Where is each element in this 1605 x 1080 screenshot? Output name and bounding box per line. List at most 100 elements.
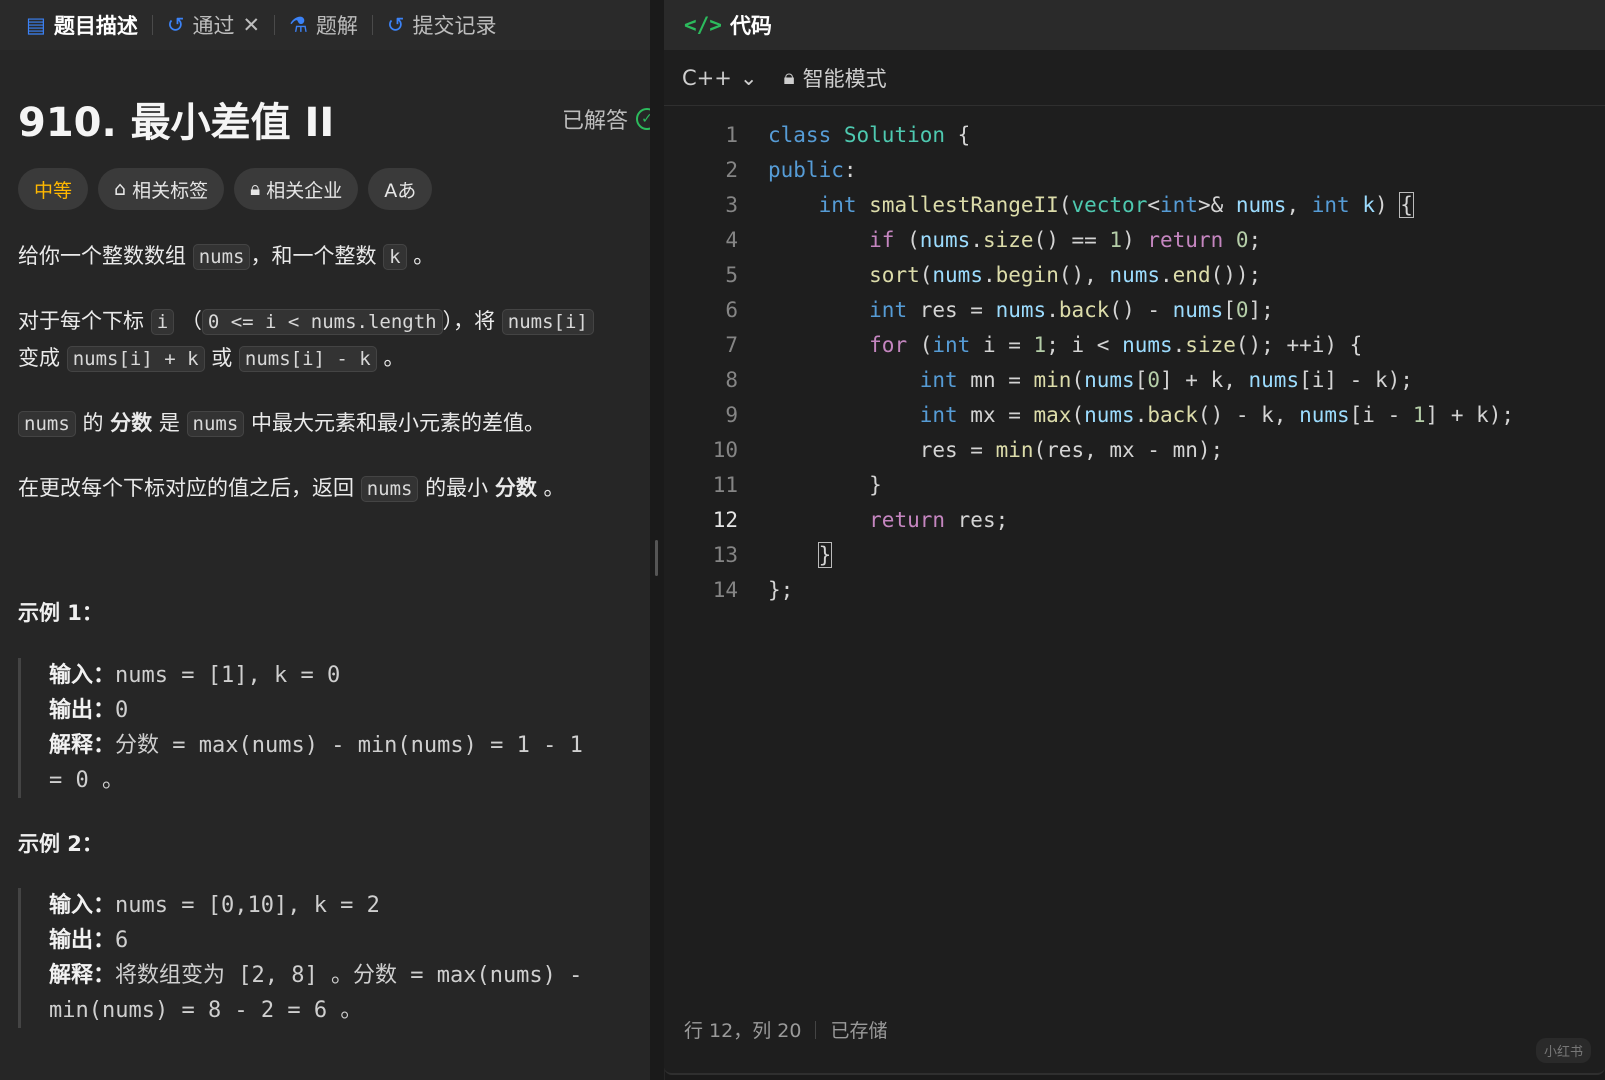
code-text[interactable]: int res = nums.back() - nums[0]; — [742, 293, 1274, 328]
output-value: 6 — [115, 928, 129, 953]
input-value: nums = [0,10], k = 2 — [115, 893, 380, 918]
code-line: 5 sort(nums.begin(), nums.end()); — [664, 258, 1605, 293]
text: 。 — [543, 476, 565, 500]
solved-label: 已解答 — [561, 109, 628, 134]
related-tags-button[interactable]: ⌂ 相关标签 — [98, 168, 225, 210]
code-line: 9 int mx = max(nums.back() - k, nums[i -… — [664, 398, 1605, 433]
font-size-button[interactable]: Aあ — [368, 168, 433, 210]
code-line: 6 int res = nums.back() - nums[0]; — [664, 293, 1605, 328]
line-number: 2 — [725, 158, 738, 182]
code-line: 3 int smallestRangeII(vector<int>& nums,… — [664, 188, 1605, 223]
code-icon: </> — [684, 13, 722, 37]
history-icon: ↺ — [386, 13, 405, 37]
page-title[interactable]: 910. 最小差值 II — [18, 90, 334, 148]
line-number: 7 — [725, 333, 738, 357]
explanation-label: 解释： — [49, 963, 116, 988]
text: ，和一个整数 — [250, 244, 377, 268]
line-number: 13 — [712, 543, 738, 567]
code-text[interactable]: }; — [742, 573, 793, 608]
flask-icon: ⚗ — [289, 13, 308, 37]
line-number: 12 — [712, 508, 738, 532]
input-label: 输入： — [49, 663, 116, 688]
text: 的最小 — [425, 476, 489, 500]
solved-status: 已解答 ✓ — [562, 103, 658, 135]
code-line: 12 return res; — [664, 503, 1605, 538]
code-text[interactable]: } — [742, 538, 833, 573]
line-number: 4 — [725, 228, 738, 252]
description-paragraph: 在更改每个下标对应的值之后，返回 nums 的最小 分数 。 — [18, 470, 648, 507]
code-panel: </> 代码 C++ ⌄ 🔒︎ 智能模式 1 class Solution { 2… — [664, 0, 1605, 1075]
text: 是 — [158, 411, 180, 435]
code-text[interactable]: class Solution { — [742, 118, 970, 153]
save-status: 已存储 — [830, 1020, 888, 1042]
code-text[interactable]: } — [742, 468, 882, 503]
history-icon: ↺ — [166, 13, 185, 37]
line-number: 9 — [725, 403, 738, 427]
input-value: nums = [1], k = 0 — [115, 663, 341, 688]
code-text[interactable]: sort(nums.begin(), nums.end()); — [742, 258, 1261, 293]
example-explanation-cont: min(nums) = 8 - 2 = 6 。 — [49, 998, 363, 1023]
text: 在更改每个下标对应的值之后，返回 — [18, 476, 354, 500]
explanation-value: 将数组变为 [2, 8] 。分数 = max(nums) - — [115, 963, 583, 988]
close-icon[interactable]: ✕ — [242, 13, 260, 37]
text: 或 — [211, 346, 233, 370]
text: 变成 — [18, 346, 60, 370]
code-text[interactable]: int mn = min(nums[0] + k, nums[i] - k); — [742, 363, 1413, 398]
input-label: 输入： — [49, 893, 116, 918]
example-title: 示例 1： — [18, 601, 103, 625]
smart-mode-toggle[interactable]: 🔒︎ 智能模式 — [783, 63, 886, 93]
text: 给你一个整数数组 — [18, 244, 186, 268]
document-icon: ▤ — [26, 13, 46, 37]
output-label: 输出： — [49, 928, 116, 953]
code-text[interactable]: if (nums.size() == 1) return 0; — [742, 223, 1261, 258]
translate-icon: Aあ — [384, 179, 417, 202]
inline-code: nums[i] - k — [238, 346, 377, 372]
code-line: 8 int mn = min(nums[0] + k, nums[i] - k)… — [664, 363, 1605, 398]
description-paragraph: nums 的 分数 是 nums 中最大元素和最小元素的差值。 — [18, 405, 648, 442]
line-number: 8 — [725, 368, 738, 392]
bold-text: 分数 — [110, 411, 153, 435]
related-companies-button[interactable]: 🔒︎ 相关企业 — [234, 168, 359, 210]
line-number: 11 — [712, 473, 738, 497]
lock-icon: 🔒︎ — [250, 178, 261, 200]
example-output: 输出：0 — [49, 693, 648, 728]
example-input: 输入：nums = [1], k = 0 — [49, 658, 648, 693]
panel-resizer[interactable] — [650, 0, 664, 1080]
code-text[interactable]: res = min(res, mx - mn); — [742, 433, 1223, 468]
tag-icon: ⌂ — [114, 178, 127, 200]
editor-status-bar: 行 12，列 20 已存储 — [684, 1016, 887, 1043]
tab-description[interactable]: ▤ 题目描述 — [12, 0, 152, 50]
example-input: 输入：nums = [0,10], k = 2 — [49, 888, 648, 923]
language-label: C++ — [682, 65, 732, 90]
line-number: 14 — [712, 578, 738, 602]
code-text[interactable]: int mx = max(nums.back() - k, nums[i - 1… — [742, 398, 1514, 433]
difficulty-badge: 中等 — [18, 168, 89, 210]
tab-solutions[interactable]: ⚗ 题解 — [275, 0, 372, 50]
status-separator — [815, 1020, 817, 1039]
tag-row: 中等 ⌂ 相关标签 🔒︎ 相关企业 Aあ — [18, 168, 433, 210]
lock-icon: 🔒︎ — [783, 65, 795, 89]
line-number: 6 — [725, 298, 738, 322]
code-text[interactable]: public: — [742, 153, 857, 188]
code-editor[interactable]: 1 class Solution { 2 public: 3 int smalles… — [664, 118, 1605, 608]
inline-code: nums — [192, 244, 251, 270]
language-select[interactable]: C++ ⌄ — [682, 66, 757, 90]
text: 。 — [383, 346, 405, 370]
resize-handle[interactable] — [655, 540, 658, 576]
text: 。 — [413, 244, 435, 268]
inline-code: i — [150, 309, 175, 335]
code-header-label: 代码 — [729, 14, 772, 38]
chevron-down-icon: ⌄ — [739, 65, 758, 90]
code-text[interactable]: return res; — [742, 503, 1008, 538]
inline-code: 0 <= i < nums.length — [201, 309, 443, 335]
tab-accepted[interactable]: ↺ 通过 ✕ — [153, 0, 274, 50]
code-text[interactable]: int smallestRangeII(vector<int>& nums, i… — [742, 188, 1414, 223]
tab-submissions[interactable]: ↺ 提交记录 — [373, 0, 511, 50]
code-line: 7 for (int i = 1; i < nums.size(); ++i) … — [664, 328, 1605, 363]
related-companies-label: 相关企业 — [266, 179, 343, 202]
watermark: 小红书 — [1535, 1038, 1591, 1063]
example-block: 输入：nums = [1], k = 0 输出：0 解释：分数 = max(nu… — [18, 658, 648, 798]
code-line: 2 public: — [664, 153, 1605, 188]
line-number: 3 — [725, 193, 738, 217]
code-text[interactable]: for (int i = 1; i < nums.size(); ++i) { — [742, 328, 1362, 363]
